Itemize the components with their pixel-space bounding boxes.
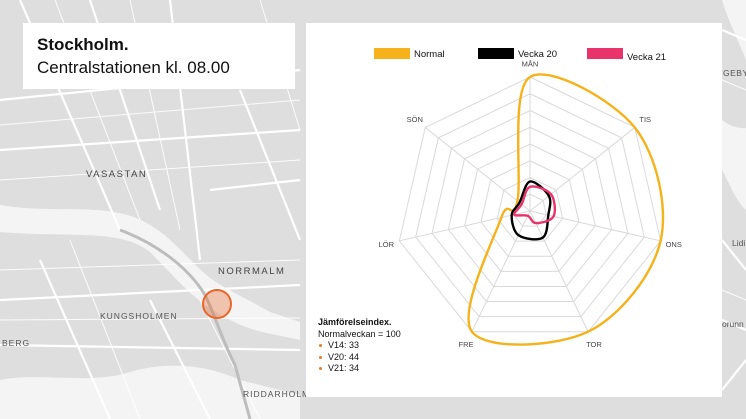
index-base: Normalveckan = 100 — [318, 328, 401, 339]
map-label-vasastan: VASASTAN — [86, 169, 148, 180]
axis-label: SÖN — [407, 115, 423, 124]
index-legend: Jämförelseindex. Normalveckan = 100 V14:… — [318, 317, 401, 375]
page-subtitle: Centralstationen kl. 08.00 — [37, 58, 230, 77]
index-item-label: V14: 33 — [328, 340, 360, 350]
title-card: Stockholm. Centralstationen kl. 08.00 — [23, 23, 295, 89]
page-title: Stockholm. — [37, 35, 129, 54]
legend-label: Normal — [414, 49, 445, 60]
axis-spoke — [529, 127, 636, 212]
chart-panel: MÅN TIS ONS TOR FRE LÖR SÖN Normal Vecka 20 Vecka… — [306, 23, 722, 397]
series-line — [467, 73, 665, 346]
axis-spoke — [399, 210, 531, 242]
axis-label: ONS — [666, 240, 682, 249]
index-item: V14: 33 — [318, 340, 401, 352]
legend-label: Vecka 20 — [518, 49, 557, 60]
legend-swatch — [374, 48, 410, 59]
axis-spoke — [424, 127, 531, 212]
index-heading: Jämförelseindex. — [318, 317, 392, 327]
map-label-geby: GEBY-L — [723, 68, 746, 78]
index-item-label: V20: 44 — [328, 351, 360, 362]
bullet-icon — [319, 367, 322, 370]
map-label-kungsholmen: KUNGSHOLMEN — [100, 311, 178, 321]
bullet-icon — [319, 344, 322, 347]
index-item: V21: 34 — [318, 363, 401, 375]
bullet-icon — [319, 355, 322, 359]
axis-spoke — [529, 210, 661, 242]
index-item-label: V21: 34 — [328, 363, 360, 373]
axis-label: TOR — [586, 340, 602, 349]
axis-label: LÖR — [379, 240, 395, 249]
station-marker — [202, 289, 232, 319]
map-label-norrmalm: NORRMALM — [218, 266, 286, 277]
map-label-orunn: orunn — [722, 319, 744, 329]
index-item: V20: 44 — [318, 352, 401, 364]
axis-label: TIS — [639, 115, 651, 124]
axis-label: FRE — [459, 340, 474, 349]
map-label-berg: BERG — [2, 338, 31, 348]
legend-label: Vecka 21 — [627, 52, 666, 63]
map-label-lidi: Lidi — [732, 238, 746, 248]
axis-label: MÅN — [522, 60, 539, 69]
legend-swatch — [478, 48, 514, 59]
legend-swatch — [587, 48, 623, 59]
